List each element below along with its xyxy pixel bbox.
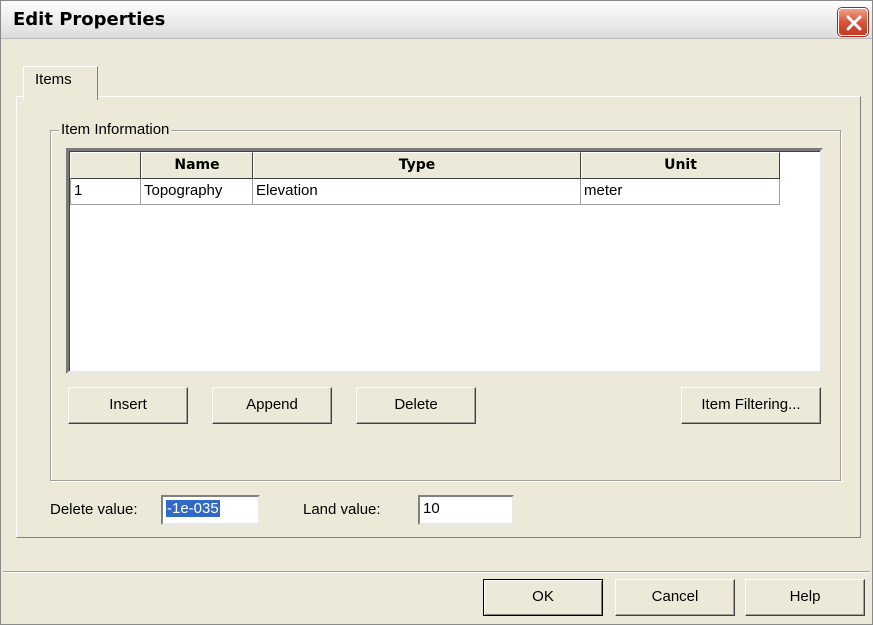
title-bar[interactable]: Edit Properties	[1, 1, 872, 39]
tab-items[interactable]: Items	[23, 66, 98, 100]
grid-body: Name Type Unit 1 Topography Elevation me…	[69, 151, 820, 371]
column-header-name[interactable]: Name	[141, 152, 253, 179]
edit-properties-dialog: Edit Properties Items Item Information N…	[0, 0, 873, 625]
row-name-cell[interactable]: Topography	[141, 179, 253, 205]
row-unit-cell[interactable]: meter	[581, 179, 780, 205]
column-header-type[interactable]: Type	[253, 152, 581, 179]
land-value-label: Land value:	[303, 501, 381, 518]
help-button[interactable]: Help	[745, 579, 865, 616]
item-information-label: Item Information	[59, 121, 172, 138]
row-type-cell[interactable]: Elevation	[253, 179, 581, 205]
column-header-unit[interactable]: Unit	[581, 152, 780, 179]
cancel-button[interactable]: Cancel	[615, 579, 735, 616]
column-header-index[interactable]	[70, 152, 141, 179]
footer-separator	[3, 571, 870, 573]
land-value-field[interactable]: 10	[418, 495, 514, 525]
row-index-cell[interactable]: 1	[70, 179, 141, 205]
insert-button[interactable]: Insert	[68, 387, 188, 424]
ok-button[interactable]: OK	[483, 579, 603, 616]
items-grid[interactable]: Name Type Unit 1 Topography Elevation me…	[66, 148, 823, 374]
item-filtering-button[interactable]: Item Filtering...	[681, 387, 821, 424]
delete-value-text: -1e-035	[166, 500, 220, 517]
close-icon	[846, 15, 862, 31]
tab-items-label: Items	[35, 71, 72, 88]
close-button[interactable]	[838, 8, 868, 36]
append-button[interactable]: Append	[212, 387, 332, 424]
delete-button[interactable]: Delete	[356, 387, 476, 424]
window-title: Edit Properties	[13, 9, 166, 30]
delete-value-label: Delete value:	[50, 501, 138, 518]
delete-value-field[interactable]: -1e-035	[161, 495, 260, 525]
